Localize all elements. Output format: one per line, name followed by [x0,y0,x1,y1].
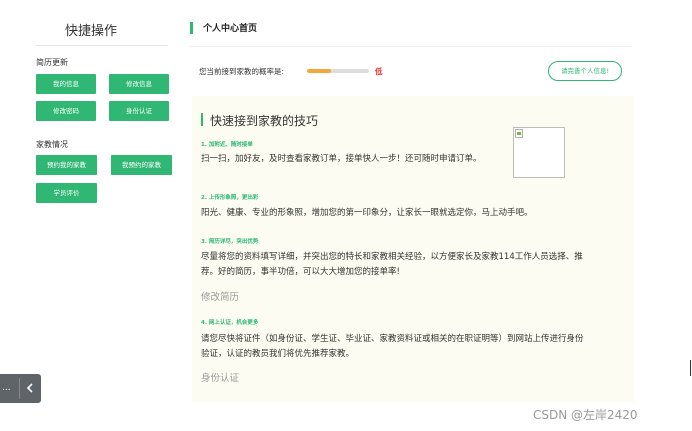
tip-3-body-line-2: 荐。好的简历，事半功倍，可以大大增加您的接单率! [201,267,400,277]
tip-4-heading: 4. 网上认证，机会更多 [201,320,259,326]
chevron-left-icon [26,383,33,393]
tip-3-heading: 3. 简历详尽，突出优势 [201,239,259,245]
probability-label: 您当前接到家教的概率是: [199,67,285,76]
edit-resume-link[interactable]: 修改简历 [201,289,239,303]
sidebar-collapse-button[interactable]: ... [0,374,41,403]
my-info-button[interactable]: 我的信息 [36,74,96,94]
title-accent-bar [190,22,193,34]
edit-info-button[interactable]: 修改信息 [109,74,169,94]
broken-image-icon [515,129,523,138]
tip-2-body: 阳光、健康、专业的形象照，增加您的第一印象分，让家长一眼就选定你，马上动手吧。 [201,208,533,218]
student-reviews-button[interactable]: 学员评价 [36,183,97,203]
watermark: CSDN @左岸2420 [533,408,638,422]
sidebar-divider [36,45,168,46]
page-title: 个人中心首页 [203,24,258,34]
tips-accent-bar [201,113,203,126]
sidebar: 快捷操作 简历更新 我的信息 修改信息 修改密码 身份认证 家教情况 预约我的家… [0,0,182,431]
tip-4-body-line-2: 验证，认证的教员我们将优先推荐家教。 [201,349,355,359]
identity-verify-button[interactable]: 身份认证 [109,101,169,121]
tutors-booking-me-button[interactable]: 预约我的家教 [36,155,97,175]
collapse-dots: ... [2,383,11,393]
header-divider [190,46,632,47]
tip-3-body-line-1: 尽量将您的资料填写详细，并突出您的特长和家教相关经验，以方便家长及家教114工作… [201,252,583,262]
tips-title: 快速接到家教的技巧 [210,114,319,128]
tip-1-body: 扫一扫，加好友，及时查看家教订单，接单快人一步！还可随时申请订单。 [201,154,482,164]
text-cursor-mark [690,360,691,376]
sidebar-title: 快捷操作 [64,24,117,39]
collapse-separator [19,378,20,399]
tip-4-body-line-1: 请您尽快将证件（如身份证、学生证、毕业证、家教资料证或相关的在职证明等）到网站上… [201,334,584,344]
tip-2-heading: 2. 上传形象照，更出彩 [201,195,259,201]
qr-code-image [513,127,565,178]
identity-verify-link[interactable]: 身份认证 [201,370,239,384]
complete-profile-button[interactable]: 请完善个人信息! [548,61,622,81]
probability-bar [307,69,369,73]
tip-1-heading: 1. 加附近、随时接单 [201,142,253,148]
probability-level: 低 [375,67,383,76]
probability-bar-fill [307,69,331,73]
tutor-section-label: 家教情况 [36,140,68,149]
resume-section-label: 简历更新 [36,58,68,67]
change-password-button[interactable]: 修改密码 [36,101,96,121]
my-booked-tutors-button[interactable]: 我预约的家教 [111,155,172,175]
